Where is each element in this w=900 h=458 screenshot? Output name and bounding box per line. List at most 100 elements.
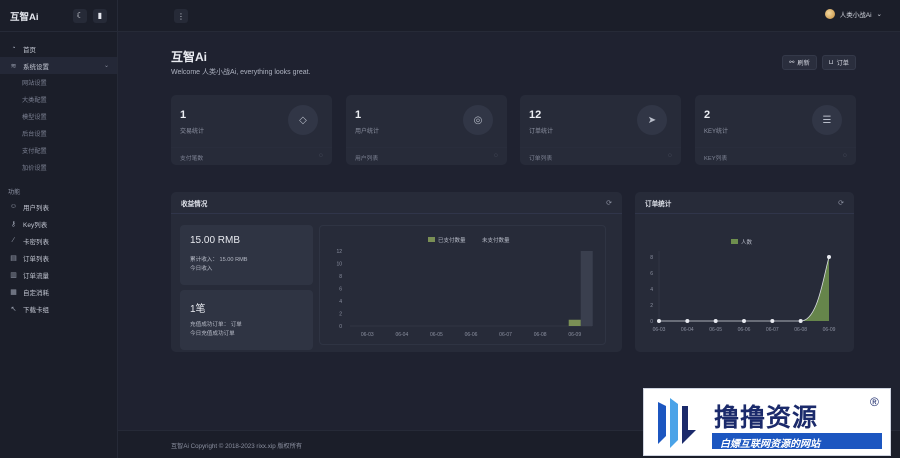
stat-label: 订单统计: [529, 129, 554, 135]
order-panel: 订单统计 ⟳ 人数 0 2 4 6 8 06-03 06-04 06-05 06-06 06-07 0…: [635, 192, 854, 352]
sidebar-subitem[interactable]: 加价设置: [0, 159, 117, 176]
sidebar-item-label: 系统设置: [23, 63, 49, 71]
y-tick-label: 0: [339, 324, 342, 330]
sidebar-item-download[interactable]: ↖ 下载卡组: [0, 300, 117, 317]
data-point: [742, 319, 746, 323]
x-tick-label: 06-09: [823, 327, 836, 333]
sales-panel: 收益情况 ⟳ 15.00 RMB 累计收入： 15.00 RMB 今日收入 1笔…: [171, 192, 622, 352]
refresh-icon: ◌: [668, 152, 672, 159]
y-tick-label: 2: [650, 303, 653, 309]
sidebar-item-label: 下载卡组: [23, 306, 49, 314]
chevron-down-icon: ⌄: [876, 11, 882, 18]
legend-label: 已支付数量: [438, 236, 466, 244]
revenue-total: 累计收入： 15.00 RMB: [190, 257, 248, 263]
x-tick-label: 06-07: [766, 327, 779, 333]
legend-swatch: [731, 239, 738, 244]
stat-card-keys: 2 KEY统计 ☰ KEY列表 ◌: [695, 95, 856, 165]
legend-swatch-paid: [428, 237, 435, 242]
x-tick-label: 06-06: [465, 332, 478, 338]
sidebar-item-consume[interactable]: ▦ 自定消耗: [0, 283, 117, 300]
x-tick-label: 06-04: [681, 327, 694, 333]
orders-button[interactable]: ⊔ 订单: [821, 55, 856, 70]
pen-icon: ∕: [12, 237, 15, 244]
x-tick-label: 06-03: [653, 327, 666, 333]
stat-value: 12: [529, 109, 542, 121]
sidebar-item-keys[interactable]: ⚷ Key列表: [0, 215, 117, 232]
refresh-icon[interactable]: ⟳: [838, 199, 844, 207]
panel-title: 订单统计: [645, 200, 672, 208]
stat-footer[interactable]: 用户列表 ◌: [346, 147, 507, 165]
refresh-icon[interactable]: ⟳: [606, 199, 612, 207]
sales-bar-chart: 已支付数量 未支付数量 0 2 4 6 8 10 12 06-03 06-04 06-05 06-06 0…: [336, 236, 593, 338]
revenue-today: 今日收入: [190, 266, 213, 272]
y-tick-label: 6: [650, 271, 653, 277]
sidebar-subitem[interactable]: 后台设置: [0, 125, 117, 142]
main-content: 互智Ai Welcome 人类小战Ai, everything looks gr…: [118, 32, 900, 430]
stat-card-users: 1 用户统计 ◎ 用户列表 ◌: [346, 95, 507, 165]
orders-button-label: 订单: [836, 60, 849, 67]
revenue-card: 15.00 RMB 累计收入： 15.00 RMB 今日收入: [180, 225, 313, 285]
data-point: [657, 319, 661, 323]
data-point: [798, 319, 803, 323]
sidebar-item-label: 卡密列表: [23, 238, 49, 246]
y-tick-label: 4: [650, 287, 653, 293]
sidebar-item-label: 首页: [23, 46, 36, 54]
stat-value: 1: [355, 109, 362, 121]
sidebar-subitem[interactable]: 支付配置: [0, 142, 117, 159]
revenue-amount: 15.00 RMB: [190, 235, 241, 246]
sidebar-item-home[interactable]: ◔ 首页: [0, 40, 117, 57]
bar-unpaid: [580, 251, 593, 326]
stat-footer[interactable]: 支付笔数 ◌: [171, 147, 332, 165]
sidebar-nav: ◔ 首页 ≋ 系统设置 ⌄ 网站设置 大类配置 模型设置 后台设置 支付配置 加…: [0, 32, 117, 317]
x-tick-label: 06-06: [738, 327, 751, 333]
welcome-text: Welcome 人类小战Ai, everything looks great.: [171, 69, 311, 76]
brand-bar: 互智Ai ☾ ▮: [0, 0, 117, 32]
sidebar-item-orders[interactable]: ▤ 订单列表: [0, 249, 117, 266]
sidebar-item-label: 订单流量: [23, 272, 49, 280]
send-icon: ➤: [637, 105, 667, 135]
stat-value: 2: [704, 109, 711, 121]
y-tick-label: 2: [339, 312, 342, 318]
legend-swatch-unpaid: [472, 237, 479, 242]
legend-label: 人数: [741, 238, 753, 246]
sidebar-section-label: 功能: [8, 188, 21, 196]
layers-icon: ≋: [10, 62, 17, 70]
y-tick-label: 6: [339, 287, 342, 293]
sidebar-subitem[interactable]: 网站设置: [0, 74, 117, 91]
user-icon: ☺: [9, 203, 18, 210]
sidebar-item-label: 自定消耗: [23, 289, 49, 297]
sidebar-item-users[interactable]: ☺ 用户列表: [0, 198, 117, 215]
sidebar-item-cards[interactable]: ∕ 卡密列表: [0, 232, 117, 249]
sidebar-subitem[interactable]: 大类配置: [0, 91, 117, 108]
x-tick-label: 06-07: [499, 332, 512, 338]
brand-icons: ☾ ▮: [73, 8, 107, 23]
chevron-down-icon: ⌄: [103, 63, 109, 69]
user-menu[interactable]: 人类小战Ai ⌄: [824, 9, 882, 19]
refresh-button[interactable]: ⚯ 刷新: [782, 55, 817, 70]
sales-chart-box: 已支付数量 未支付数量 0 2 4 6 8 10 12 06-03 06-04 06-05 06-06 0…: [319, 225, 606, 345]
stat-footer-text: KEY列表: [704, 156, 728, 162]
sidebar-subitem[interactable]: 模型设置: [0, 108, 117, 125]
watermark: 撸撸资源 ® 白嫖互联网资源的网站: [643, 388, 891, 456]
stat-footer[interactable]: KEY列表 ◌: [695, 147, 856, 165]
x-tick-label: 06-03: [361, 332, 374, 338]
sidebar-item-label: Key列表: [23, 221, 48, 229]
refresh-icon: ◌: [494, 152, 498, 159]
legend-label: 未支付数量: [482, 236, 510, 244]
y-tick-label: 12: [336, 249, 342, 255]
menu-icon[interactable]: ⋮: [174, 9, 188, 23]
order-area-chart: 人数 0 2 4 6 8 06-03 06-04 06-05 06-06 06-07 06-08 06-…: [650, 238, 836, 333]
stat-footer[interactable]: 订单列表 ◌: [520, 147, 681, 165]
stat-footer-text: 用户列表: [355, 156, 379, 162]
moon-icon[interactable]: ☾: [73, 8, 87, 23]
panel-title: 收益情况: [181, 200, 208, 208]
diamond-icon: ◇: [288, 105, 318, 135]
paid-orders-count: 1笔: [190, 304, 206, 315]
user-circle-icon: ◎: [463, 105, 493, 135]
sidebar-item-order-flow[interactable]: ▥ 订单流量: [0, 266, 117, 283]
stat-label: 用户统计: [355, 129, 380, 135]
sidebar-item-system[interactable]: ≋ 系统设置 ⌄: [0, 57, 117, 74]
bookmark-icon[interactable]: ▮: [93, 8, 107, 23]
stat-label: KEY统计: [704, 129, 729, 135]
x-tick-label: 06-09: [568, 332, 581, 338]
